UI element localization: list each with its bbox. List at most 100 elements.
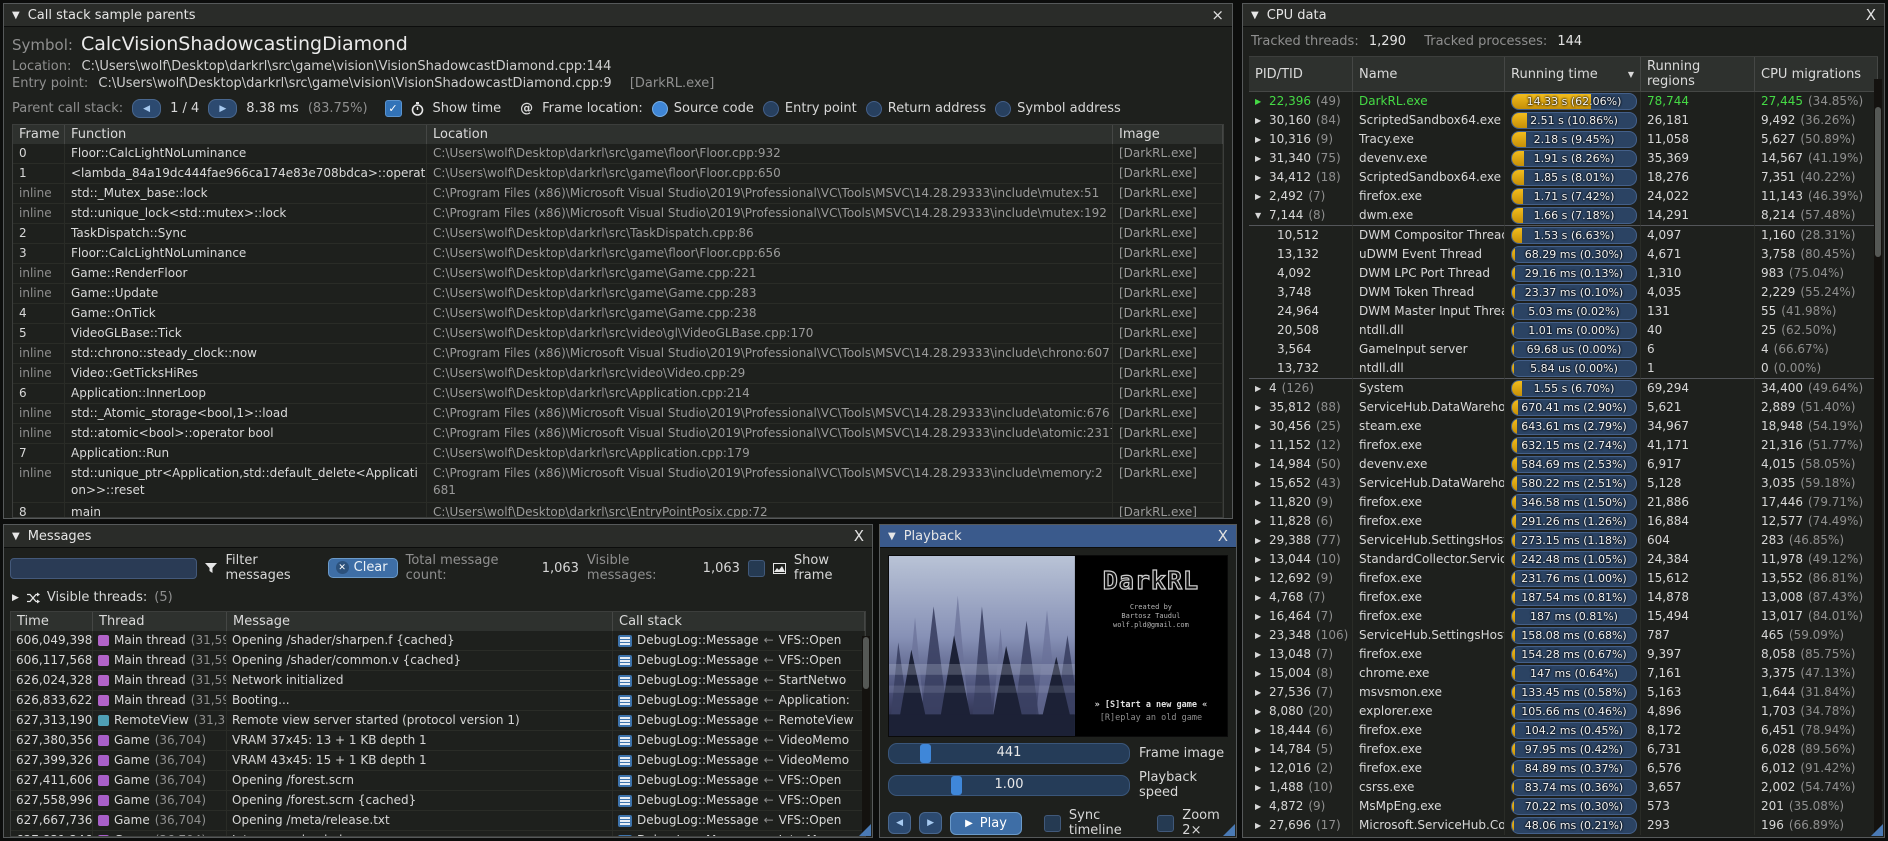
cpu-row[interactable]: ▶30,160(84)ScriptedSandbox64.exe2.51 s (…: [1249, 111, 1878, 130]
expand-arrow-icon[interactable]: ▶: [1255, 645, 1264, 664]
expand-arrow-icon[interactable]: ▶: [1255, 550, 1264, 569]
expand-arrow-icon[interactable]: ▶: [1255, 493, 1264, 512]
cpu-row[interactable]: ▶29,388(77)ServiceHub.SettingsHost273.15…: [1249, 531, 1878, 550]
expand-arrow-icon[interactable]: ▶: [1255, 683, 1264, 702]
expand-arrow-icon[interactable]: ▶: [1255, 111, 1264, 130]
expand-arrow-icon[interactable]: ▶: [1255, 702, 1264, 721]
collapse-icon[interactable]: ▼: [1251, 10, 1259, 21]
close-icon[interactable]: ×: [1211, 8, 1224, 23]
callstack-row[interactable]: inlineGame::RenderFloorC:\Users\wolf\Des…: [13, 264, 1223, 284]
expand-arrow-icon[interactable]: ▶: [1255, 816, 1264, 835]
message-row[interactable]: 626,024,328nsMain thread(31,596)Network …: [11, 671, 865, 691]
expand-arrow-icon[interactable]: ▶: [1255, 531, 1264, 550]
message-row[interactable]: 627,399,326nsGame(36,704)VRAM 43x45: 15 …: [11, 751, 865, 771]
cpu-row[interactable]: 13,132uDWM Event Thread68.29 ms (0.30%)4…: [1249, 245, 1878, 264]
expand-arrow-icon[interactable]: ▶: [1255, 626, 1264, 645]
cpu-scrollbar[interactable]: [1874, 79, 1882, 834]
callstack-cell[interactable]: DebugLog::Message←VFS::Open: [613, 811, 865, 831]
expand-arrow-icon[interactable]: ▶: [1255, 379, 1264, 398]
cpu-row[interactable]: ▶13,044(10)StandardCollector.Servic242.4…: [1249, 550, 1878, 569]
callstack-row[interactable]: 2TaskDispatch::SyncC:\Users\wolf\Desktop…: [13, 224, 1223, 244]
zoom-2x-checkbox[interactable]: [1157, 815, 1174, 832]
resize-grip[interactable]: [1223, 824, 1235, 836]
cpu-row[interactable]: 3,564GameInput server69.68 us (0.00%)64(…: [1249, 340, 1878, 359]
next-frame-button[interactable]: ▶: [919, 812, 942, 834]
message-row[interactable]: 627,313,190nsRemoteView(31,392)Remote vi…: [11, 711, 865, 731]
expand-icon[interactable]: ▶: [12, 593, 19, 603]
cpu-row[interactable]: ▶10,316(9)Tracy.exe2.18 s (9.45%)11,0585…: [1249, 130, 1878, 149]
cpu-row[interactable]: ▶1,488(10)csrss.exe83.74 ms (0.36%)3,657…: [1249, 778, 1878, 797]
cpu-row[interactable]: ▶15,652(43)ServiceHub.DataWarehou580.22 …: [1249, 474, 1878, 493]
callstack-row[interactable]: inlinestd::atomic<bool>::operator boolC:…: [13, 424, 1223, 444]
filter-input[interactable]: [10, 558, 197, 579]
cpu-row[interactable]: ▶18,444(6)firefox.exe104.2 ms (0.45%)8,1…: [1249, 721, 1878, 740]
cpu-row[interactable]: ▶11,820(9)firefox.exe346.58 ms (1.50%)21…: [1249, 493, 1878, 512]
expand-arrow-icon[interactable]: ▶: [1255, 187, 1264, 206]
radio-symbol-address[interactable]: Symbol address: [995, 101, 1121, 117]
prev-frame-button[interactable]: ◀: [888, 812, 911, 834]
close-icon[interactable]: X: [1866, 8, 1876, 23]
location-value[interactable]: C:\Users\wolf\Desktop\darkrl\src\game\vi…: [82, 59, 612, 74]
callstack-row[interactable]: 6Application::InnerLoopC:\Users\wolf\Des…: [13, 384, 1223, 404]
cpu-row[interactable]: ▶15,004(8)chrome.exe147 ms (0.64%)7,1613…: [1249, 664, 1878, 683]
cpu-row[interactable]: 4,092DWM LPC Port Thread29.16 ms (0.13%)…: [1249, 264, 1878, 283]
callstack-cell[interactable]: DebugLog::Message←VFS::Open: [613, 631, 865, 651]
cpu-row[interactable]: ▶4(126)System1.55 s (6.70%)69,29434,400(…: [1249, 379, 1878, 398]
expand-arrow-icon[interactable]: ▶: [1255, 569, 1264, 588]
callstack-row[interactable]: 0Floor::CalcLightNoLuminanceC:\Users\wol…: [13, 144, 1223, 164]
expand-arrow-icon[interactable]: ▶: [1255, 168, 1264, 187]
expand-arrow-icon[interactable]: ▶: [1255, 797, 1264, 816]
col-pid-tid[interactable]: PID/TID: [1249, 57, 1353, 91]
cpu-row[interactable]: ▶30,456(25)steam.exe643.61 ms (2.79%)34,…: [1249, 417, 1878, 436]
callstack-cell[interactable]: DebugLog::Message←StartNetwo: [613, 671, 865, 691]
scrollbar-thumb[interactable]: [863, 637, 869, 689]
col-running-regions[interactable]: Running regions: [1641, 57, 1755, 91]
callstack-row[interactable]: 5VideoGLBase::TickC:\Users\wolf\Desktop\…: [13, 324, 1223, 344]
collapse-arrow-icon[interactable]: ▼: [1255, 206, 1264, 225]
expand-arrow-icon[interactable]: ▶: [1255, 778, 1264, 797]
callstack-row[interactable]: inlinestd::chrono::steady_clock::nowC:\P…: [13, 344, 1223, 364]
frame-image-slider[interactable]: 441: [888, 743, 1130, 764]
message-row[interactable]: 627,667,736nsGame(36,704)Opening /meta/r…: [11, 811, 865, 831]
expand-arrow-icon[interactable]: ▶: [1255, 149, 1264, 168]
cpu-row[interactable]: ▶12,016(2)firefox.exe84.89 ms (0.37%)6,5…: [1249, 759, 1878, 778]
play-button[interactable]: ▶Play: [950, 812, 1022, 835]
cpu-row[interactable]: ▶14,784(5)firefox.exe97.95 ms (0.42%)6,7…: [1249, 740, 1878, 759]
collapse-icon[interactable]: ▼: [12, 10, 20, 21]
cpu-row[interactable]: ▶14,984(50)devenv.exe584.69 ms (2.53%)6,…: [1249, 455, 1878, 474]
cpu-row[interactable]: ▶31,340(75)devenv.exe1.91 s (8.26%)35,36…: [1249, 149, 1878, 168]
cpu-row[interactable]: ▶4,872(9)MsMpEng.exe70.22 ms (0.30%)5732…: [1249, 797, 1878, 816]
cpu-row[interactable]: ▶35,812(88)ServiceHub.DataWarehou670.41 …: [1249, 398, 1878, 417]
callstack-cell[interactable]: DebugLog::Message←VFS::Open: [613, 791, 865, 811]
callstack-cell[interactable]: DebugLog::Message←Application:: [613, 691, 865, 711]
show-frame-checkbox[interactable]: [748, 560, 765, 577]
close-icon[interactable]: X: [854, 529, 864, 544]
message-row[interactable]: 606,117,568nsMain thread(31,596)Opening …: [11, 651, 865, 671]
cpu-row[interactable]: ▶27,536(7)msvsmon.exe133.45 ms (0.58%)5,…: [1249, 683, 1878, 702]
expand-arrow-icon[interactable]: ▶: [1255, 436, 1264, 455]
expand-arrow-icon[interactable]: ▶: [1255, 588, 1264, 607]
expand-arrow-icon[interactable]: ▶: [1255, 130, 1264, 149]
cpu-row[interactable]: ▶34,412(18)ScriptedSandbox64.exe1.85 s (…: [1249, 168, 1878, 187]
expand-arrow-icon[interactable]: ▶: [1255, 417, 1264, 436]
resize-grip[interactable]: [1871, 824, 1883, 836]
callstack-cell[interactable]: DebugLog::Message←IntroMenu::: [613, 831, 865, 837]
message-row[interactable]: 627,411,606nsGame(36,704)Opening /forest…: [11, 771, 865, 791]
callstack-row[interactable]: inlineGame::UpdateC:\Users\wolf\Desktop\…: [13, 284, 1223, 304]
message-row[interactable]: 627,831,246nsGame(36,704)Intro menu load…: [11, 831, 865, 837]
callstack-row[interactable]: 1<lambda_84a19dc444fae966ca174e83e708bdc…: [13, 164, 1223, 184]
callstack-cell[interactable]: DebugLog::Message←VFS::Open: [613, 651, 865, 671]
callstack-row[interactable]: 8mainC:\Users\wolf\Desktop\darkrl\src\En…: [13, 503, 1223, 518]
cpu-row[interactable]: 20,508ntdll.dll1.01 ms (0.00%)4025(62.50…: [1249, 321, 1878, 340]
playback-speed-slider[interactable]: 1.00: [888, 775, 1130, 796]
radio-return-address[interactable]: Return address: [866, 101, 986, 117]
cpu-row[interactable]: ▶11,152(12)firefox.exe632.15 ms (2.74%)4…: [1249, 436, 1878, 455]
callstack-cell[interactable]: DebugLog::Message←RemoteView: [613, 711, 865, 731]
expand-arrow-icon[interactable]: ▶: [1255, 607, 1264, 626]
col-cpu-migrations[interactable]: CPU migrations: [1755, 57, 1878, 91]
cpu-row[interactable]: 13,732ntdll.dll5.84 us (0.00%)10(0.00%): [1249, 359, 1878, 379]
expand-arrow-icon[interactable]: ▶: [1255, 740, 1264, 759]
callstack-row[interactable]: 3Floor::CalcLightNoLuminanceC:\Users\wol…: [13, 244, 1223, 264]
cpu-row[interactable]: ▶16,464(7)firefox.exe187 ms (0.81%)15,49…: [1249, 607, 1878, 626]
cpu-row[interactable]: 24,964DWM Master Input Threa5.03 ms (0.0…: [1249, 302, 1878, 321]
